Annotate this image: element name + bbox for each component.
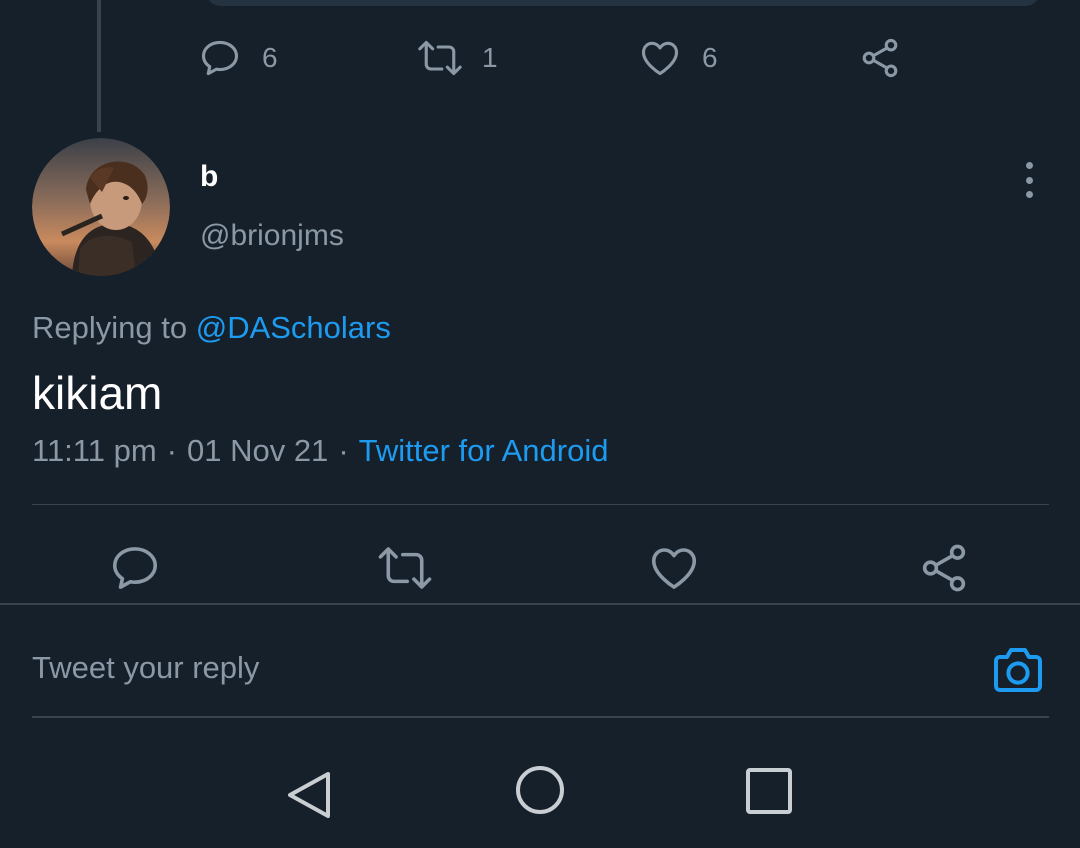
system-navigation-bar xyxy=(0,740,1080,848)
previous-share-button[interactable] xyxy=(858,36,902,80)
heart-icon xyxy=(647,541,701,595)
share-icon xyxy=(858,36,902,80)
meta-separator: · xyxy=(338,433,349,468)
like-button[interactable] xyxy=(647,540,701,596)
display-name[interactable]: b xyxy=(200,160,218,194)
previous-retweet-button[interactable]: 1 xyxy=(416,36,498,80)
divider xyxy=(32,504,1049,505)
reply-input-underline xyxy=(32,716,1049,718)
divider xyxy=(0,603,1080,605)
previous-reply-count: 6 xyxy=(262,42,278,73)
share-button[interactable] xyxy=(917,540,971,596)
previous-like-count: 6 xyxy=(702,42,718,73)
tweet-date: 01 Nov 21 xyxy=(186,433,329,468)
tweet-actions xyxy=(0,540,1080,596)
nav-recents-button[interactable] xyxy=(738,764,802,828)
retweet-icon xyxy=(416,36,464,80)
nav-home-icon xyxy=(508,766,572,832)
replying-to-line: Replying to @DAScholars xyxy=(32,310,391,346)
previous-like-button[interactable]: 6 xyxy=(638,36,718,80)
camera-button[interactable] xyxy=(990,644,1046,696)
nav-back-button[interactable] xyxy=(278,764,342,828)
thread-connector-line xyxy=(97,0,101,132)
meta-separator: · xyxy=(166,433,177,468)
reply-icon xyxy=(108,541,162,595)
nav-back-icon xyxy=(278,772,342,832)
camera-icon xyxy=(990,648,1046,700)
more-options-button[interactable] xyxy=(1012,158,1046,202)
reply-icon xyxy=(198,36,242,80)
avatar[interactable] xyxy=(32,138,170,276)
tweet-meta: 11:11 pm · 01 Nov 21 · Twitter for Android xyxy=(32,433,608,469)
replying-to-mention[interactable]: @DAScholars xyxy=(196,310,391,345)
share-icon xyxy=(917,541,971,595)
previous-retweet-count: 1 xyxy=(482,42,498,73)
tweet-detail-screen: 6 1 6 b @brionjms Replying to @DAScholar… xyxy=(0,0,1080,848)
user-handle[interactable]: @brionjms xyxy=(200,219,344,253)
replying-to-label: Replying to xyxy=(32,310,188,345)
nav-home-button[interactable] xyxy=(508,764,572,828)
previous-reply-button[interactable]: 6 xyxy=(198,36,278,80)
reply-input[interactable] xyxy=(32,640,932,696)
previous-tweet-media-card[interactable] xyxy=(205,0,1041,6)
heart-icon xyxy=(638,36,682,80)
nav-recents-icon xyxy=(738,768,802,832)
retweet-button[interactable] xyxy=(376,540,434,596)
tweet-source-link[interactable]: Twitter for Android xyxy=(359,433,609,468)
tweet-time: 11:11 pm xyxy=(32,433,157,468)
more-vertical-icon xyxy=(1025,162,1033,198)
retweet-icon xyxy=(376,541,434,595)
tweet-text: kikiam xyxy=(32,367,163,419)
reply-button[interactable] xyxy=(108,540,162,596)
